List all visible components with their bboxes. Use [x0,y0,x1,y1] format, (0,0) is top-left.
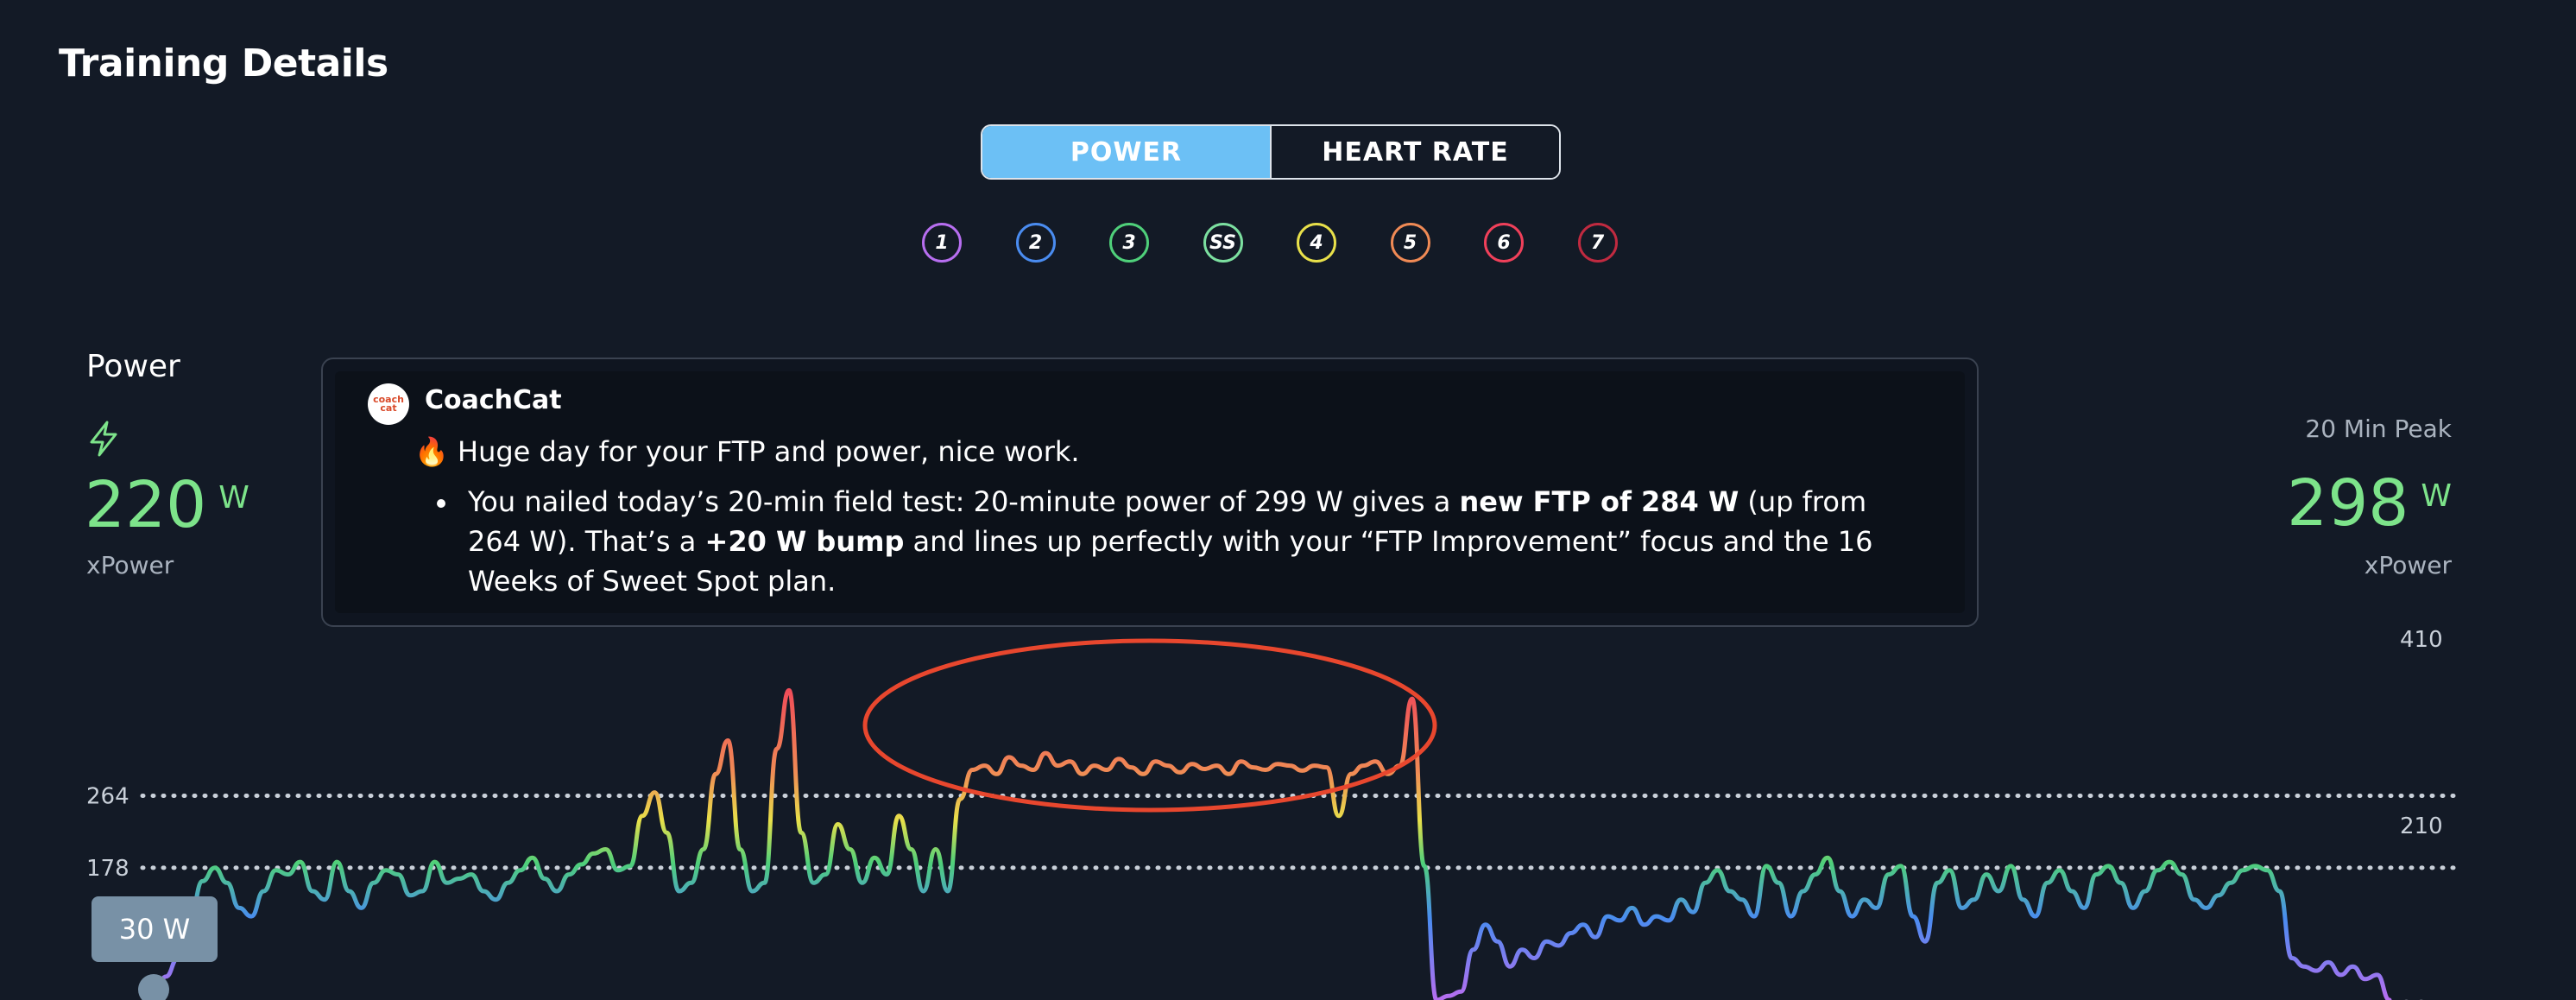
right-tick-20: 20 [2400,997,2428,1000]
right-tick-410: 410 [2400,627,2443,653]
reference-label-264: 264 [86,784,129,810]
power-chart[interactable]: 264 178 410 210 20 [0,0,2576,1000]
highlight-ellipse [862,638,1437,813]
reference-label-178: 178 [86,856,129,882]
right-tick-210: 210 [2400,813,2443,839]
power-series-line [151,687,2392,1000]
value-tooltip: 30 W [92,896,218,962]
